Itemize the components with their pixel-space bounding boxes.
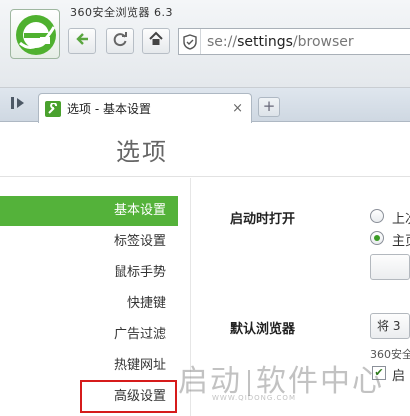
window-title: 360安全浏览器 6.3 [70,6,173,19]
sidenav-item-basic[interactable]: 基本设置 [0,196,178,226]
reload-button[interactable] [106,28,134,54]
tab-close-icon[interactable]: × [232,101,243,116]
startup-settings-button[interactable] [370,254,410,280]
address-path: /browser [292,33,354,50]
address-text[interactable]: se://settings/browser [201,34,354,50]
sidenav-item-mouse-gestures[interactable]: 鼠标手势 [0,258,178,288]
sidenav-item-ad-filter[interactable]: 广告过滤 [0,320,178,350]
tab-strip: 选项 - 基本设置 × + [0,88,410,123]
address-bar[interactable]: se://settings/browser [178,28,410,55]
sidebar-toggle-button[interactable] [6,95,32,115]
advanced-highlight-box [80,380,177,413]
wrench-icon [45,100,61,117]
watermark-url: WWW.QIDONG.COM [212,394,296,402]
new-tab-button[interactable]: + [258,97,280,117]
startup-label: 启动时打开 [230,212,296,227]
tab-settings[interactable]: 选项 - 基本设置 × [38,93,252,123]
sidenav-item-shortcuts[interactable]: 快捷键 [0,289,178,319]
watermark-separator [248,369,250,396]
title-divider [0,176,410,177]
reload-icon [112,31,128,51]
browser-toolbar: 360安全浏览器 6.3 se://settings/browser [0,0,410,88]
startup-option-last: 上次 [392,212,410,227]
page-title: 选项 [116,138,168,166]
sidenav-item-tabs[interactable]: 标签设置 [0,227,178,257]
security-shield-icon[interactable] [179,29,201,54]
address-scheme: se:// [207,33,238,50]
startup-option-home: 主页 [392,234,410,249]
back-button[interactable] [68,28,96,54]
tab-title: 选项 - 基本设置 [67,102,151,116]
set-default-button[interactable]: 将 3 [370,313,410,339]
browser-logo-icon[interactable] [10,9,60,59]
default-browser-label: 默认浏览器 [230,322,296,337]
home-icon [148,31,164,51]
startup-radio-home[interactable] [370,231,384,245]
back-arrow-icon [74,31,90,51]
sidebar-toggle-icon [10,96,28,114]
sidenav-item-hotkey-urls[interactable]: 热键网址 [0,351,178,381]
site-watermark: 启动 软件中心 WWW.QIDONG.COM [178,356,410,412]
startup-radio-last[interactable] [370,209,384,223]
home-button[interactable] [142,28,170,54]
address-host: settings [237,33,293,50]
